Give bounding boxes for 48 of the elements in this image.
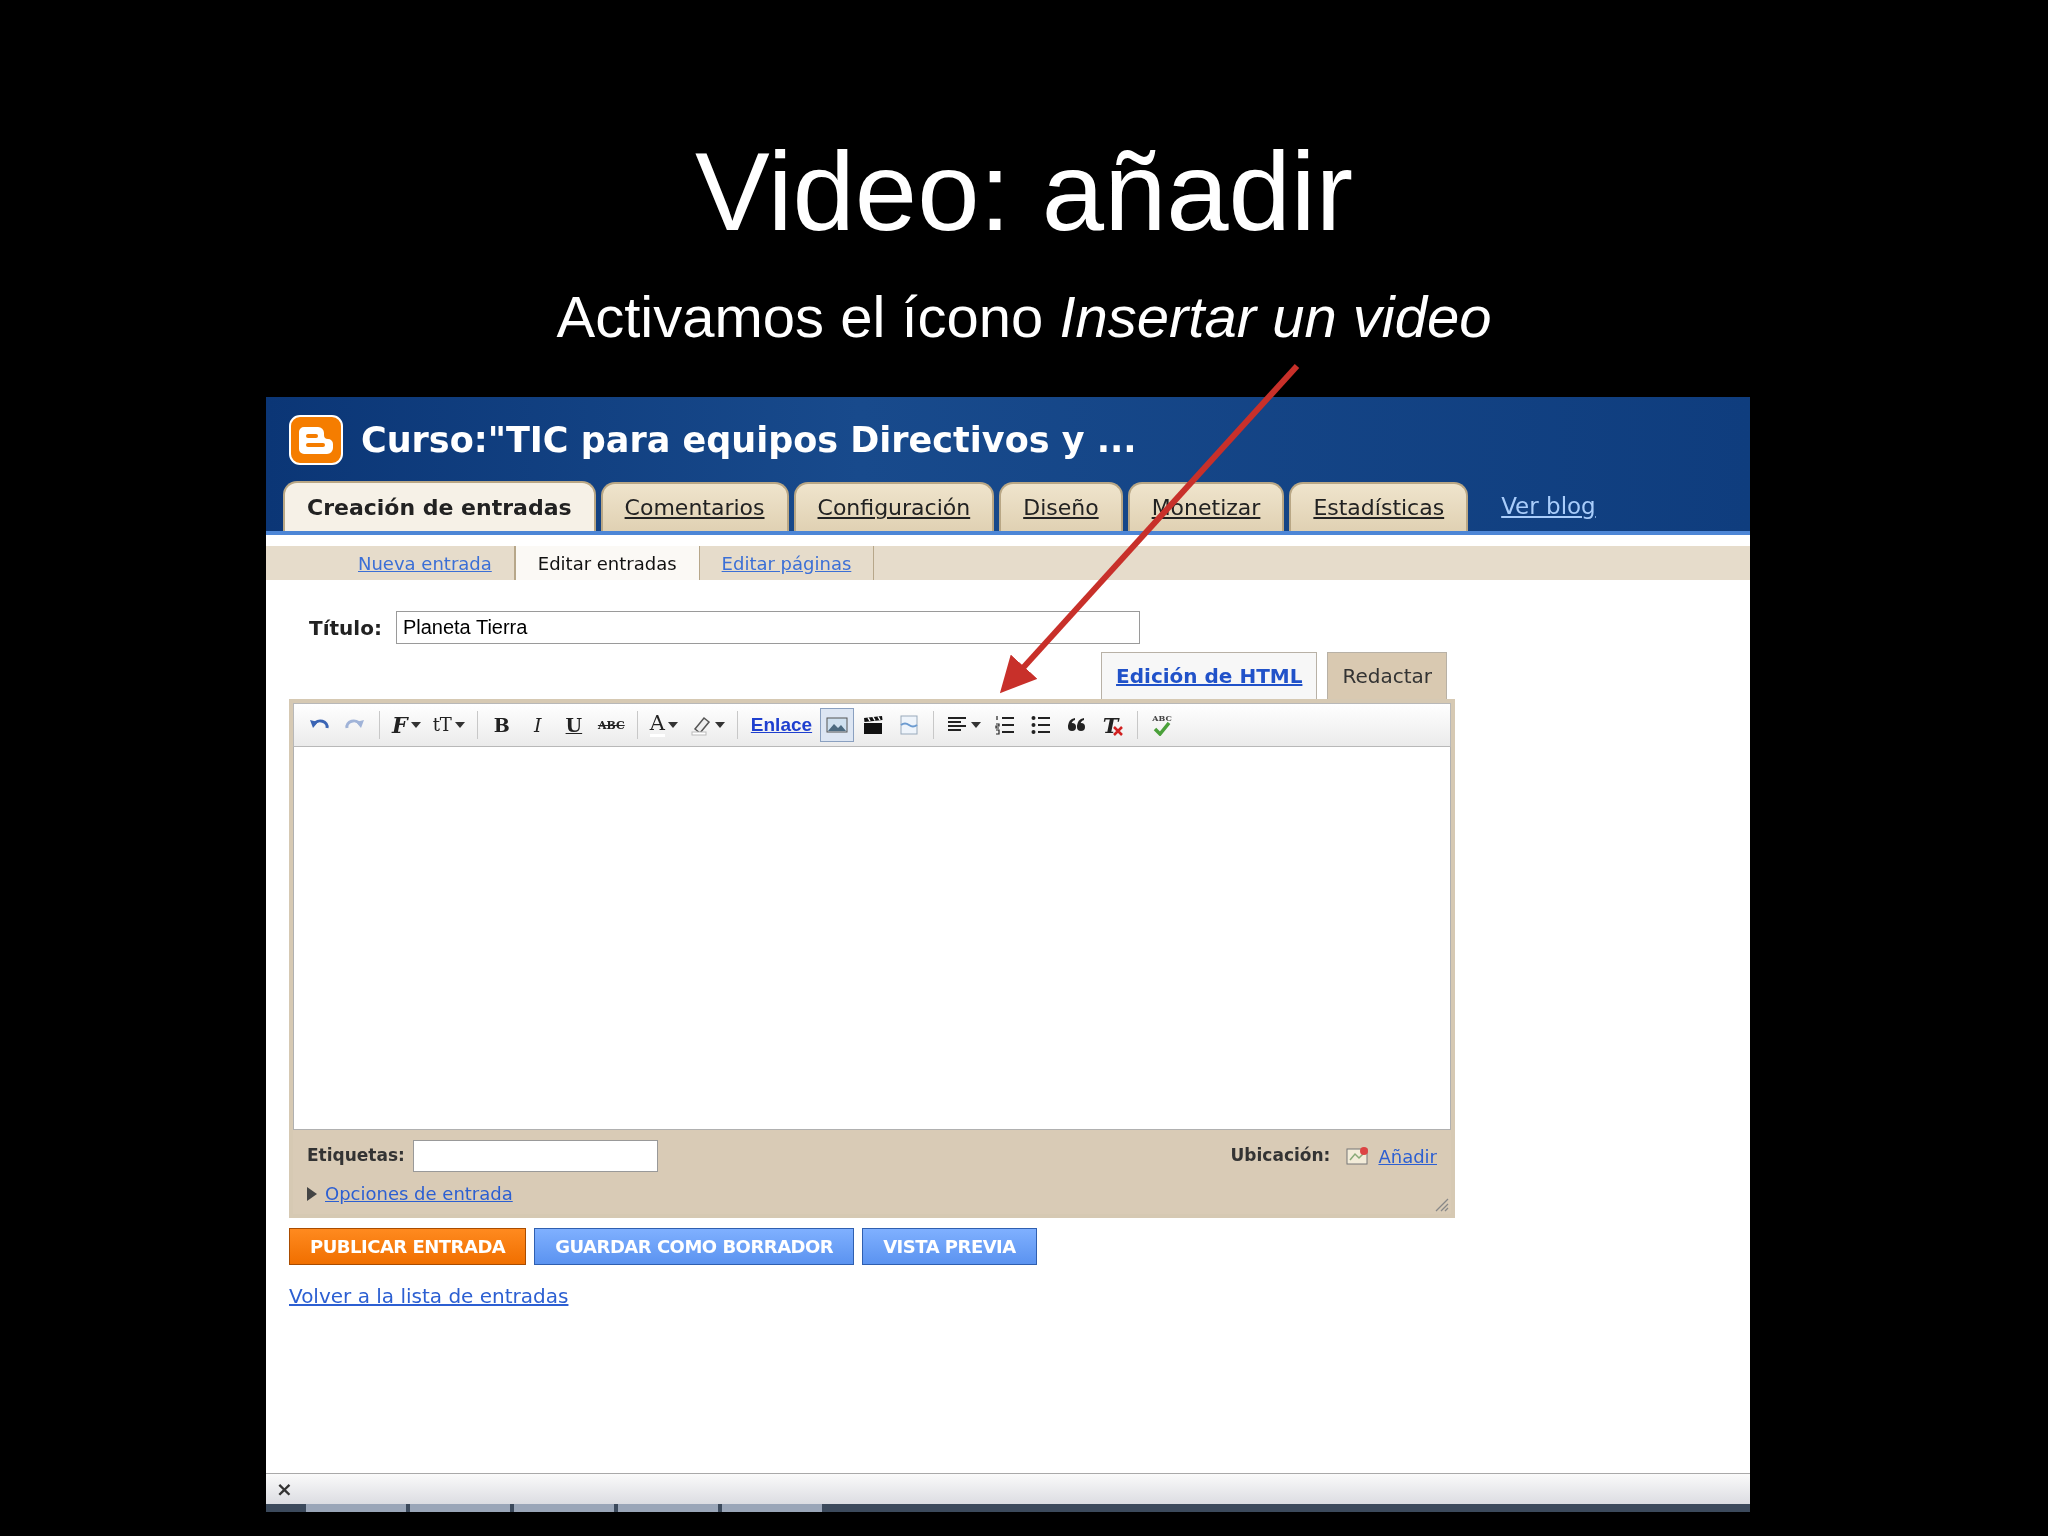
title-field[interactable]: Planeta Tierra	[395, 611, 1140, 644]
blog-title: Curso:"TIC para equipos Directivos y ...	[361, 418, 1137, 462]
caret-icon	[410, 722, 421, 728]
resize-grip-icon[interactable]	[1433, 1196, 1449, 1212]
slide-title: Video: añadir	[694, 128, 1354, 248]
post-options-link[interactable]: Opciones de entrada	[325, 1180, 513, 1207]
map-icon	[1346, 1146, 1371, 1166]
spellcheck-button[interactable]: ABC	[1145, 708, 1180, 742]
bold-button[interactable]: B	[484, 708, 519, 742]
labels-label: Etiquetas:	[307, 1144, 405, 1168]
text-color-button[interactable]: A	[644, 708, 683, 742]
font-button[interactable]: F	[387, 708, 426, 742]
page-break-icon	[898, 714, 921, 736]
caret-icon	[667, 722, 678, 728]
sub-tab[interactable]: Editar páginas	[699, 546, 875, 580]
caret-icon	[454, 722, 465, 728]
sub-tab[interactable]: Editar entradas	[514, 546, 700, 580]
image-icon	[826, 714, 849, 736]
close-button[interactable]: ×	[276, 1479, 293, 1499]
logo-icon	[289, 415, 343, 465]
expand-triangle-icon[interactable]	[307, 1186, 317, 1201]
bullet-list-icon	[1030, 714, 1053, 736]
labels-field[interactable]	[412, 1140, 658, 1172]
numbered-list-icon	[994, 714, 1017, 736]
nav-tab[interactable]: Estadísticas	[1289, 482, 1469, 531]
slide-subtitle: Activamos el ícono Insertar un video	[556, 288, 1492, 346]
nav-tab[interactable]: Comentarios	[600, 482, 789, 531]
mode-tab[interactable]: Redactar	[1327, 652, 1447, 699]
link-button[interactable]: Enlace	[744, 710, 819, 740]
font-size-button[interactable]: tT	[427, 708, 470, 742]
title-label: Título:	[309, 614, 382, 642]
nav-tab[interactable]: Diseño	[999, 482, 1123, 531]
italic-button[interactable]: I	[520, 708, 555, 742]
underline-button[interactable]: U	[556, 708, 591, 742]
clapperboard-icon	[862, 714, 885, 736]
view-blog-link[interactable]: Ver blog	[1501, 488, 1596, 531]
clear-format-button[interactable]: T	[1096, 708, 1131, 742]
caret-icon	[714, 722, 725, 728]
highlighter-icon	[689, 714, 712, 736]
mode-tab[interactable]: Edición de HTML	[1101, 652, 1318, 699]
nav-tab[interactable]: Creación de entradas	[283, 481, 596, 531]
check-icon	[1153, 722, 1172, 736]
location-label: Ubicación:	[1230, 1144, 1331, 1168]
back-link[interactable]: Volver a la lista de entradas	[289, 1281, 569, 1311]
add-location-link[interactable]: Añadir	[1378, 1142, 1437, 1170]
nav-tab[interactable]: Configuración	[793, 482, 995, 531]
caret-icon	[971, 722, 982, 728]
strikethrough-button[interactable]: ABC	[592, 708, 630, 742]
